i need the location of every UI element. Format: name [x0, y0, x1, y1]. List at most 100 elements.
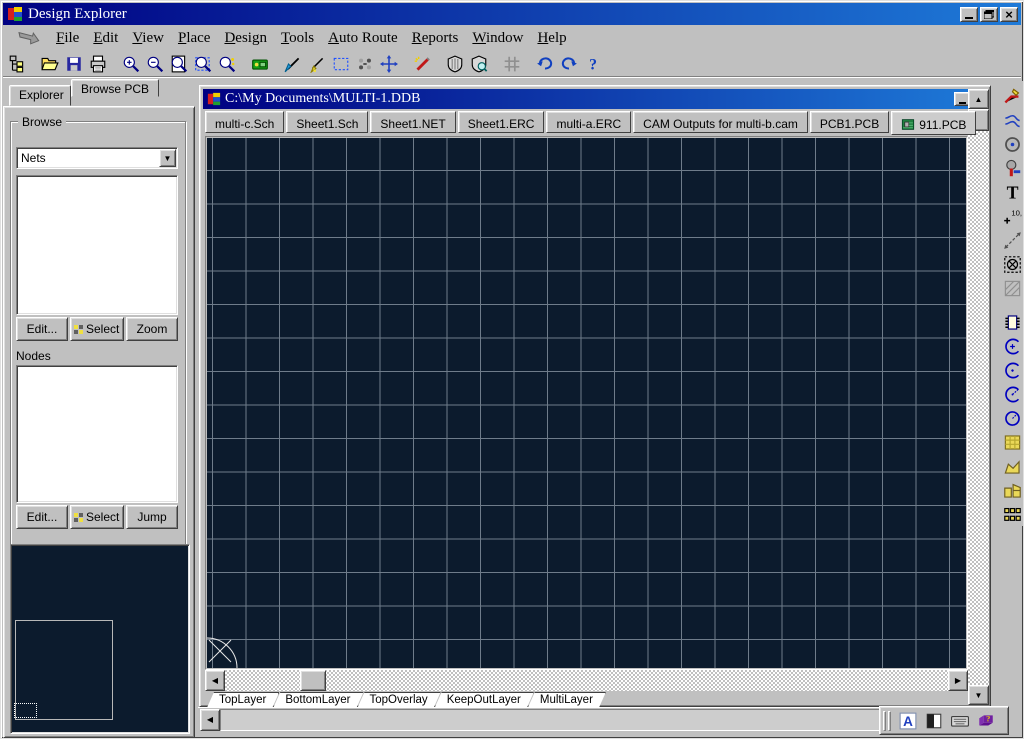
nodes-listbox[interactable]	[16, 365, 178, 503]
doc-vscrollbar[interactable]: ▲ ▼	[968, 89, 989, 705]
arrow-up-icon: ▲	[975, 95, 983, 104]
menu-design[interactable]: Design	[217, 28, 274, 49]
menu-edit[interactable]: Edit	[86, 28, 125, 49]
move-object-button[interactable]	[377, 52, 401, 76]
design-rule-check-button[interactable]	[443, 52, 467, 76]
wizard-button[interactable]	[410, 52, 434, 76]
paste-array-button[interactable]	[1000, 503, 1024, 525]
coordinate-button[interactable]: 10,10	[1000, 205, 1024, 227]
menu-arrow-icon[interactable]	[15, 30, 41, 46]
menu-window[interactable]: Window	[465, 28, 530, 49]
explorer-toggle-button[interactable]	[5, 52, 29, 76]
nodes-select-button[interactable]: Select	[70, 505, 124, 529]
keyboard-button[interactable]	[947, 709, 973, 733]
doc-tab-multi-a-erc[interactable]: multi-a.ERC	[546, 111, 631, 133]
select-area-button[interactable]	[329, 52, 353, 76]
doc-tab-cam-outputs-for-multi-b-cam[interactable]: CAM Outputs for multi-b.cam	[633, 111, 808, 133]
zoom-in-button[interactable]	[119, 52, 143, 76]
polygon-plane-button[interactable]	[1000, 455, 1024, 477]
move-selection-button[interactable]	[353, 52, 377, 76]
pad-button[interactable]	[1000, 133, 1024, 155]
arc-any-angle-button[interactable]	[1000, 383, 1024, 405]
minimap[interactable]	[10, 544, 190, 734]
fill-button[interactable]	[1000, 431, 1024, 453]
run-drc-button[interactable]	[467, 52, 491, 76]
nets-listbox[interactable]	[16, 175, 178, 315]
hscroll-thumb[interactable]	[300, 670, 326, 691]
nets-edit-button[interactable]: Edit...	[16, 317, 68, 341]
scroll-down-button[interactable]: ▼	[968, 685, 989, 705]
text-a-button[interactable]: A	[895, 709, 921, 733]
grid-toggle-button[interactable]	[500, 52, 524, 76]
browse-dropdown[interactable]: Nets ▼	[16, 147, 178, 169]
doc-tab-911-pcb[interactable]: 911.PCB	[891, 111, 976, 135]
scroll-up-button[interactable]: ▲	[968, 89, 989, 109]
tab-browse-pcb[interactable]: Browse PCB	[71, 79, 159, 97]
print-button[interactable]	[86, 52, 110, 76]
cross-probe-icon	[251, 55, 269, 73]
nets-zoom-button[interactable]: Zoom	[126, 317, 178, 341]
full-circle-button[interactable]	[1000, 407, 1024, 429]
toolbar-grip[interactable]	[888, 711, 891, 731]
keepout-button[interactable]	[1000, 253, 1024, 275]
close-button[interactable]: ×	[1000, 7, 1018, 22]
menu-reports[interactable]: Reports	[405, 28, 466, 49]
help-book-button[interactable]: ?	[973, 709, 999, 733]
menu-help[interactable]: Help	[530, 28, 573, 49]
help-button[interactable]: ?	[581, 52, 605, 76]
tab-explorer[interactable]: Explorer	[9, 85, 71, 106]
document-titlebar[interactable]: C:\My Documents\MULTI-1.DDB	[203, 89, 987, 109]
nodes-jump-button[interactable]: Jump	[126, 505, 178, 529]
doc-hscrollbar[interactable]: ◀ ▶	[205, 670, 968, 691]
doc-tab-sheet1-erc[interactable]: Sheet1.ERC	[458, 111, 545, 133]
dropdown-arrow-button[interactable]: ▼	[159, 149, 176, 167]
menu-place[interactable]: Place	[171, 28, 217, 49]
minimize-button[interactable]	[960, 7, 978, 22]
zoom-area-button[interactable]	[191, 52, 215, 76]
doc-tab-pcb1-pcb[interactable]: PCB1.PCB	[810, 111, 889, 133]
doc-tab-sheet1-net[interactable]: Sheet1.NET	[370, 111, 455, 133]
layer-tab-toplayer[interactable]: TopLayer	[206, 692, 279, 707]
layer-tab-topoverlay[interactable]: TopOverlay	[357, 692, 441, 707]
cross-probe-button[interactable]	[248, 52, 272, 76]
zoom-point-button[interactable]	[215, 52, 239, 76]
via-button[interactable]	[1000, 157, 1024, 179]
nets-select-button[interactable]: Select	[70, 317, 124, 341]
menu-file[interactable]: File	[49, 28, 86, 49]
rectangle-button[interactable]	[921, 709, 947, 733]
pcb-canvas[interactable]	[207, 138, 966, 668]
zoom-document-button[interactable]	[167, 52, 191, 76]
component-button[interactable]	[1000, 311, 1024, 333]
nodes-edit-button[interactable]: Edit...	[16, 505, 68, 529]
restore-button[interactable]	[980, 7, 998, 22]
open-document-button[interactable]	[38, 52, 62, 76]
redo-button[interactable]	[557, 52, 581, 76]
mdi-scroll-left-button[interactable]: ◀	[200, 709, 220, 731]
zoom-out-button[interactable]	[143, 52, 167, 76]
menu-tools[interactable]: Tools	[274, 28, 321, 49]
scroll-right-button[interactable]: ▶	[948, 670, 968, 691]
highlight-connection-button[interactable]	[305, 52, 329, 76]
undo-button[interactable]	[533, 52, 557, 76]
menu-auto-route[interactable]: Auto Route	[321, 28, 405, 49]
menu-view[interactable]: View	[125, 28, 171, 49]
string-button[interactable]: T	[1000, 181, 1024, 203]
toolbar-grip[interactable]	[883, 711, 886, 731]
app-titlebar[interactable]: Design Explorer ×	[3, 3, 1021, 25]
arc-center-button[interactable]	[1000, 359, 1024, 381]
doc-tab-sheet1-sch[interactable]: Sheet1.Sch	[286, 111, 368, 133]
scroll-left-button[interactable]: ◀	[205, 670, 225, 691]
layer-tab-keepoutlayer[interactable]: KeepOutLayer	[434, 692, 534, 707]
multiple-tracks-button[interactable]	[1000, 109, 1024, 131]
dimension-button[interactable]	[1000, 229, 1024, 251]
layer-tab-multilayer[interactable]: MultiLayer	[527, 692, 606, 707]
interactive-routing-button[interactable]	[1000, 85, 1024, 107]
room-button[interactable]	[1000, 277, 1024, 299]
save-button[interactable]	[62, 52, 86, 76]
arc-edge-button[interactable]	[1000, 335, 1024, 357]
doc-tab-multi-c-sch[interactable]: multi-c.Sch	[205, 111, 284, 133]
highlight-net-button[interactable]	[281, 52, 305, 76]
layer-tab-bottomlayer[interactable]: BottomLayer	[272, 692, 363, 707]
split-plane-button[interactable]	[1000, 479, 1024, 501]
minimap-viewport[interactable]	[14, 703, 37, 718]
